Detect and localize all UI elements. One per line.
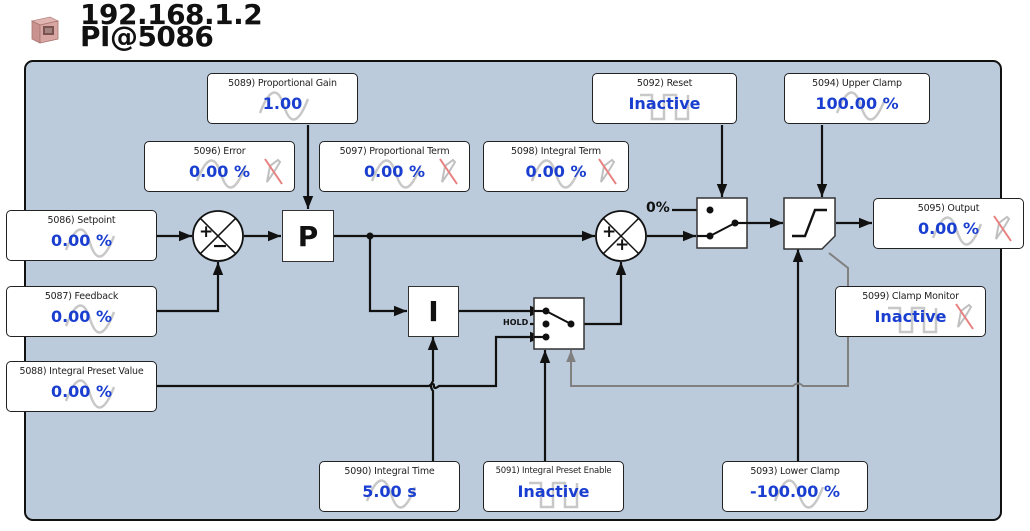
param-label: 5089) Proportional Gain xyxy=(228,78,337,89)
junction-dot xyxy=(366,232,374,240)
integral-block[interactable]: I xyxy=(408,286,459,337)
param-value: -100.00 % xyxy=(750,482,840,501)
param-output[interactable]: 5095) Output 0.00 % xyxy=(873,198,1024,249)
param-error[interactable]: 5096) Error 0.00 % xyxy=(144,141,295,192)
wire-feedback xyxy=(157,262,224,313)
param-value: Inactive xyxy=(874,307,947,326)
param-label: 5086) Setpoint xyxy=(47,215,116,226)
wire-branch-i xyxy=(368,236,407,317)
reset-switch xyxy=(696,197,748,249)
param-clamp-monitor[interactable]: 5099) Clamp Monitor Inactive xyxy=(835,286,986,337)
param-reset[interactable]: 5092) Reset Inactive xyxy=(592,73,737,124)
param-value: 0.00 % xyxy=(525,162,587,181)
proportional-block[interactable]: P xyxy=(282,210,334,262)
param-feedback[interactable]: 5087) Feedback 0.00 % xyxy=(6,286,157,337)
param-value: 0.00 % xyxy=(50,231,113,250)
param-value: Inactive xyxy=(628,94,701,113)
param-label: 5094) Upper Clamp xyxy=(812,78,902,89)
param-value: 5.00 s xyxy=(362,482,417,501)
param-integral-time[interactable]: 5090) Integral Time 5.00 s xyxy=(319,461,460,512)
param-lower-clamp[interactable]: 5093) Lower Clamp -100.00 % xyxy=(722,461,868,512)
hold-label: HOLD xyxy=(503,318,529,327)
param-value: 0.00 % xyxy=(363,162,426,181)
param-proportional-gain[interactable]: 5089) Proportional Gain 1.00 xyxy=(207,73,358,124)
param-label: 5091) Integral Preset Enable xyxy=(495,466,612,476)
param-value: 1.00 xyxy=(262,94,303,113)
reset-zero-label: 0% xyxy=(646,200,670,216)
clamp-limiter xyxy=(783,197,836,250)
integral-hold-switch xyxy=(533,297,585,350)
sum2-plus-sign-bottom: + xyxy=(615,235,630,255)
wire-preset-value xyxy=(157,331,543,390)
wire-integral-time xyxy=(427,337,439,461)
param-label: 5088) Integral Preset Value xyxy=(19,366,144,377)
param-value: 0.00 % xyxy=(50,307,113,326)
param-value: Inactive xyxy=(517,482,590,501)
sum1-minus-sign: − xyxy=(212,235,228,257)
param-value: 0.00 % xyxy=(50,382,113,401)
param-label: 5090) Integral Time xyxy=(344,466,435,477)
param-integral-preset-value[interactable]: 5088) Integral Preset Value 0.00 % xyxy=(6,361,157,412)
param-value: 0.00 % xyxy=(188,162,251,181)
param-upper-clamp[interactable]: 5094) Upper Clamp 100.00 % xyxy=(784,73,930,124)
param-setpoint[interactable]: 5086) Setpoint 0.00 % xyxy=(6,210,157,261)
param-label: 5092) Reset xyxy=(636,78,693,89)
param-label: 5087) Feedback xyxy=(44,291,119,302)
param-integral-preset-enable[interactable]: 5091) Integral Preset Enable Inactive xyxy=(483,461,624,512)
param-value: 100.00 % xyxy=(815,94,899,113)
wire-clamp-monitor xyxy=(566,252,849,387)
param-proportional-term[interactable]: 5097) Proportional Term 0.00 % xyxy=(319,141,470,192)
param-label: 5093) Lower Clamp xyxy=(750,466,840,477)
param-value: 0.00 % xyxy=(917,219,980,238)
param-integral-term[interactable]: 5098) Integral Term 0.00 % xyxy=(483,141,629,192)
